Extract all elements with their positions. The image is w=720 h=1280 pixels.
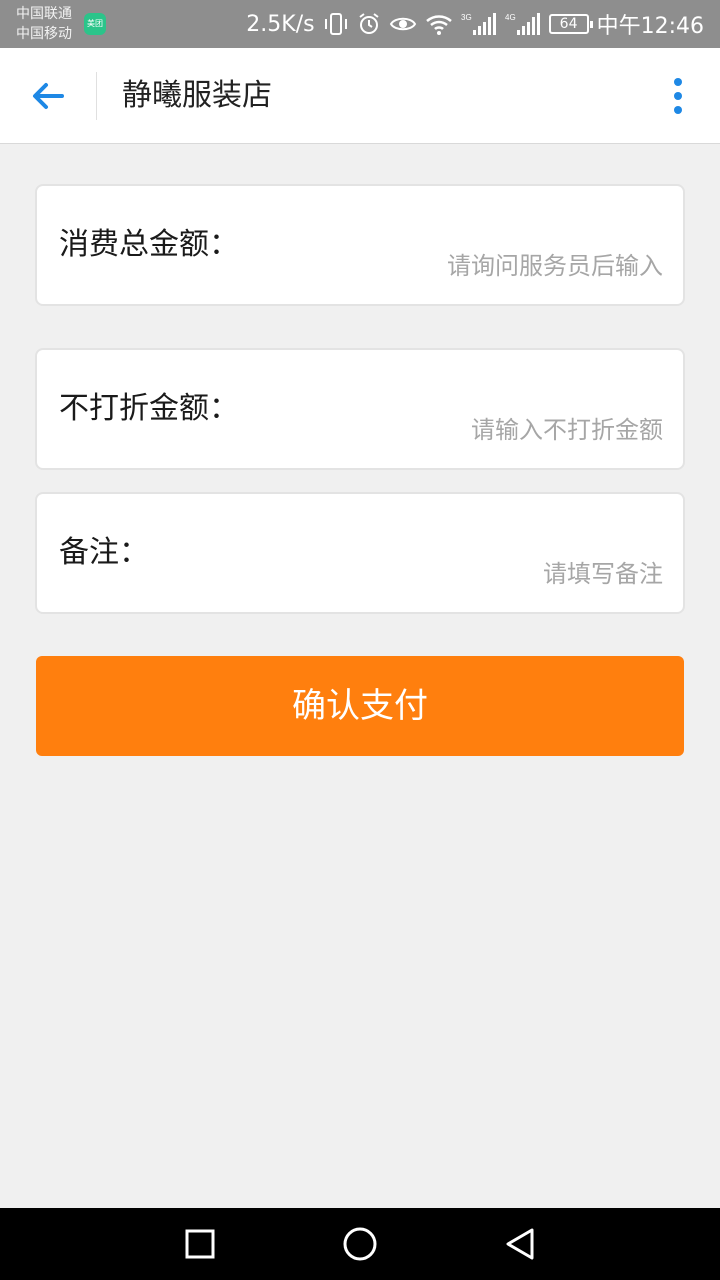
page-title: 静曦服装店 bbox=[122, 78, 272, 113]
eye-comfort-icon bbox=[389, 12, 417, 36]
note-card: 备注： bbox=[35, 492, 685, 614]
vibrate-icon bbox=[323, 12, 349, 36]
clock: 中午12:46 bbox=[596, 14, 704, 39]
nav-back-button[interactable] bbox=[502, 1226, 538, 1262]
alarm-icon bbox=[357, 12, 381, 36]
signal-3g-icon: 3G bbox=[461, 12, 497, 36]
system-nav-bar bbox=[0, 1208, 720, 1280]
app-notification-icon: 美团 bbox=[84, 13, 106, 35]
total-amount-card: 消费总金额： bbox=[35, 184, 685, 306]
no-discount-input[interactable] bbox=[243, 410, 663, 450]
more-vertical-icon bbox=[666, 78, 690, 114]
square-icon bbox=[185, 1229, 215, 1259]
circle-icon bbox=[343, 1227, 377, 1261]
confirm-pay-button[interactable]: 确认支付 bbox=[36, 656, 684, 756]
home-button[interactable] bbox=[342, 1226, 378, 1262]
total-amount-input[interactable] bbox=[243, 246, 663, 286]
arrow-left-icon bbox=[33, 83, 64, 109]
signal-4g-label: 4G bbox=[505, 13, 516, 22]
note-label: 备注： bbox=[59, 535, 149, 570]
recents-button[interactable] bbox=[182, 1226, 218, 1262]
wifi-icon bbox=[425, 12, 453, 36]
battery-icon: 64 bbox=[548, 14, 593, 34]
header-divider bbox=[96, 72, 97, 120]
signal-3g-label: 3G bbox=[461, 13, 472, 22]
carrier-1: 中国联通 bbox=[16, 6, 72, 22]
network-speed: 2.5K/s bbox=[246, 11, 315, 37]
status-bar: 中国联通 中国移动 美团 2.5K/s 3G 4G 64 中午12:46 bbox=[0, 0, 720, 48]
carrier-info: 中国联通 中国移动 bbox=[16, 4, 72, 44]
status-indicators: 2.5K/s 3G 4G 64 中午12:46 bbox=[246, 0, 704, 48]
carrier-2: 中国移动 bbox=[16, 26, 72, 42]
note-input[interactable] bbox=[243, 554, 663, 594]
no-discount-card: 不打折金额： bbox=[35, 348, 685, 470]
no-discount-label: 不打折金额： bbox=[59, 391, 239, 426]
app-bar: 静曦服装店 bbox=[0, 48, 720, 144]
signal-4g-icon: 4G bbox=[505, 12, 541, 36]
more-options-button[interactable] bbox=[666, 74, 690, 118]
total-amount-label: 消费总金额： bbox=[59, 227, 239, 262]
triangle-back-icon bbox=[506, 1228, 534, 1260]
back-button[interactable] bbox=[28, 76, 68, 116]
